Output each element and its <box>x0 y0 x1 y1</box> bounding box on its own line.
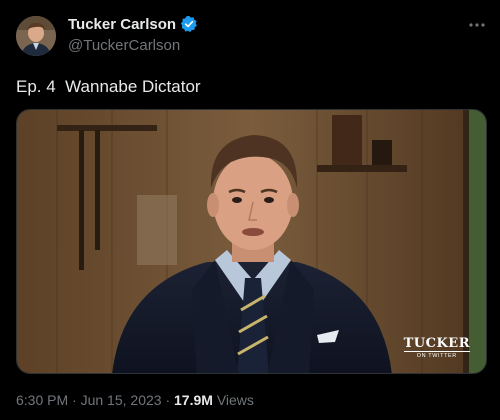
watermark-main: TUCKER <box>403 336 470 351</box>
author-display-name[interactable]: Tucker Carlson <box>68 16 176 33</box>
tweet-time[interactable]: 6:30 PM <box>16 392 68 408</box>
author-name-row: Tucker Carlson <box>68 15 198 33</box>
tweet-date[interactable]: Jun 15, 2023 <box>81 392 162 408</box>
video-frame-image <box>17 110 486 373</box>
views-label[interactable]: Views <box>217 392 254 408</box>
views-count[interactable]: 17.9M <box>174 392 213 408</box>
meta-separator: · <box>165 392 171 408</box>
tucker-watermark-logo: TUCKER ON TWITTER <box>403 336 470 359</box>
tweet-meta: 6:30 PM · Jun 15, 2023 · 17.9M Views <box>16 392 254 408</box>
watermark-sub: ON TWITTER <box>403 351 470 359</box>
more-horizontal-icon[interactable] <box>466 14 488 36</box>
tweet: Tucker Carlson @TuckerCarlson Ep. 4 Wann… <box>0 0 500 420</box>
meta-separator: · <box>72 392 77 408</box>
tweet-text: Ep. 4 Wannabe Dictator <box>16 77 201 96</box>
video-thumbnail[interactable]: TUCKER ON TWITTER <box>16 109 487 374</box>
author-handle[interactable]: @TuckerCarlson <box>68 37 180 54</box>
verified-badge-icon[interactable] <box>180 15 198 33</box>
avatar[interactable] <box>16 16 56 56</box>
